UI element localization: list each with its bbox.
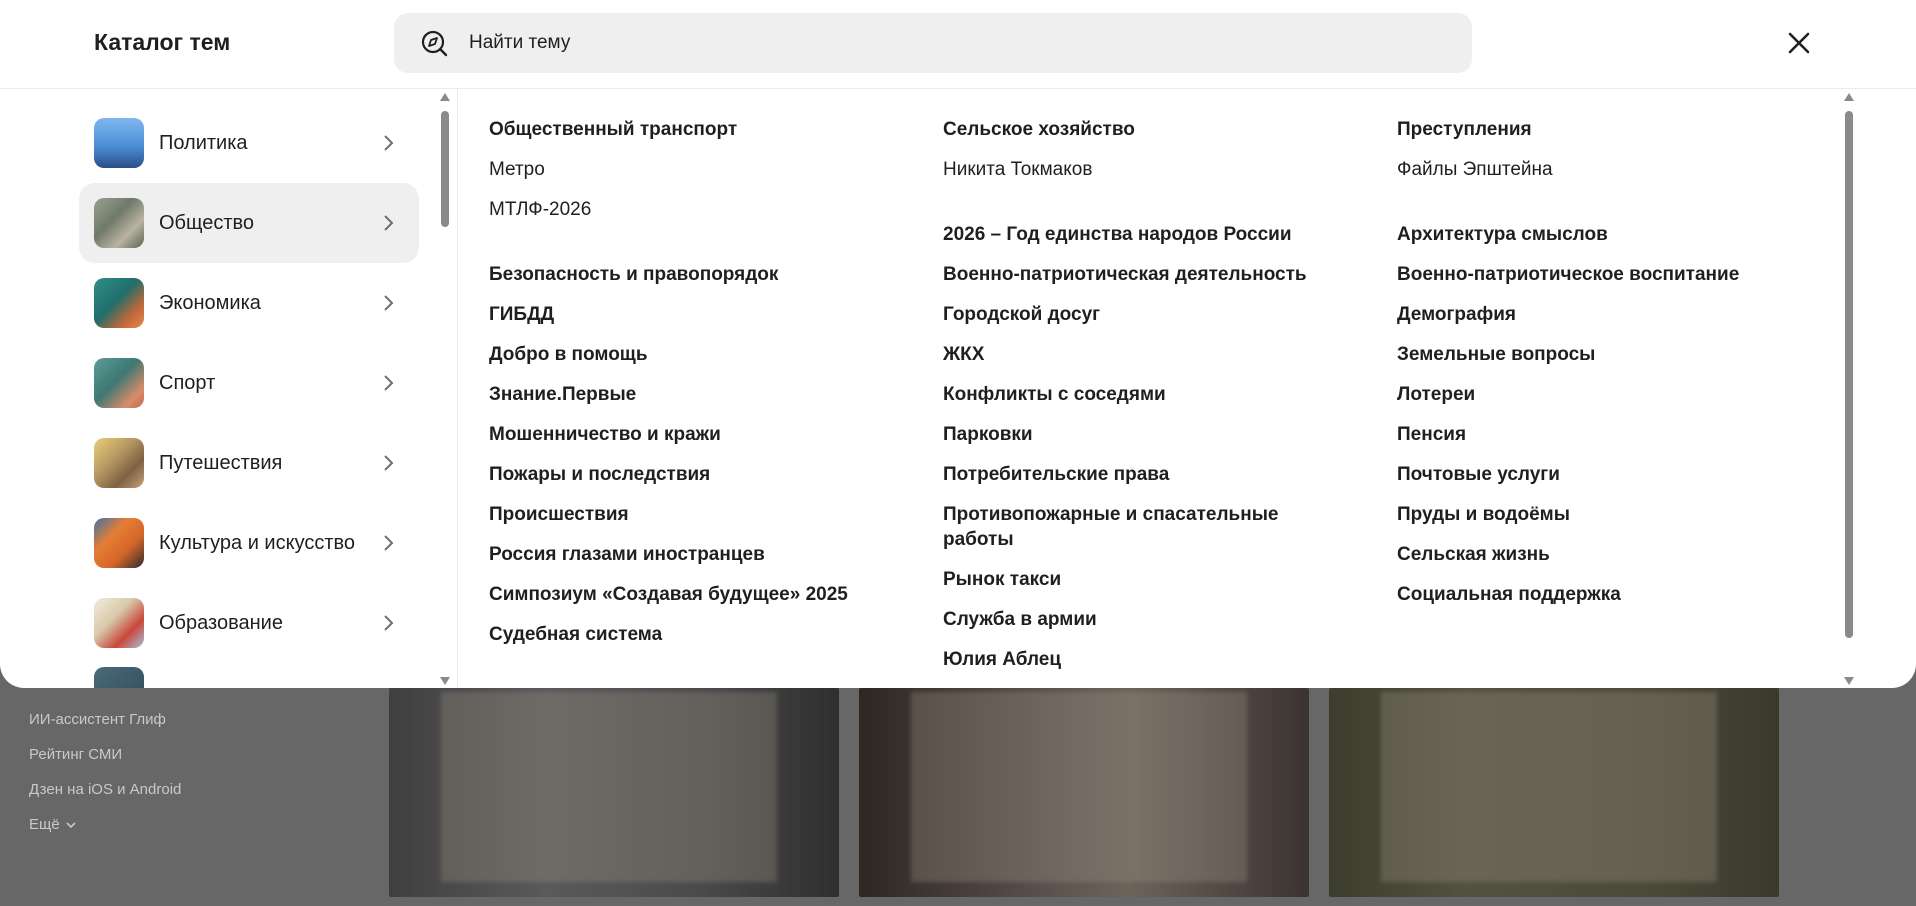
topic-link[interactable]: ЖКХ	[943, 342, 984, 367]
category-label: Образование	[159, 611, 283, 634]
bg-link-media-rating[interactable]: Рейтинг СМИ	[29, 737, 181, 772]
category-label: Культура и искусство	[159, 531, 356, 554]
catalog-header: Каталог тем	[0, 0, 1916, 89]
chevron-right-icon	[384, 615, 394, 631]
topic-link[interactable]: Файлы Эпштейна	[1397, 157, 1553, 182]
category-item-culture[interactable]: Культура и искусство	[79, 503, 419, 583]
topic-link[interactable]: Мошенничество и кражи	[489, 422, 721, 447]
topic-link[interactable]: Рынок такси	[943, 567, 1061, 592]
category-thumbnail	[94, 198, 144, 248]
sidebar-scrollbar[interactable]	[438, 93, 452, 685]
search-bar[interactable]	[394, 13, 1472, 73]
scroll-down-arrow-icon[interactable]	[440, 677, 450, 685]
chevron-right-icon	[384, 455, 394, 471]
topic-link[interactable]: Судебная система	[489, 622, 662, 647]
topic-link[interactable]: Пруды и водоёмы	[1397, 502, 1570, 527]
topic-link[interactable]: ГИБДД	[489, 302, 554, 327]
category-label: Общество	[159, 211, 255, 234]
category-item-economy[interactable]: Экономика	[79, 263, 419, 343]
topic-link[interactable]: Архитектура смыслов	[1397, 222, 1608, 247]
background-card[interactable]	[389, 688, 839, 897]
category-item-partial[interactable]	[79, 663, 419, 688]
topic-link[interactable]: МТЛФ-2026	[489, 197, 591, 222]
topics-scrollbar[interactable]	[1842, 93, 1856, 685]
chevron-right-icon	[384, 375, 394, 391]
topic-link[interactable]: Военно-патриотическая деятельность	[943, 262, 1307, 287]
topic-link[interactable]: Добро в помощь	[489, 342, 648, 367]
topic-link[interactable]: Демография	[1397, 302, 1516, 327]
scroll-down-arrow-icon[interactable]	[1844, 677, 1854, 685]
category-item-travel[interactable]: Путешествия	[79, 423, 419, 503]
topic-link[interactable]: Земельные вопросы	[1397, 342, 1595, 367]
bg-link-glyph-assistant[interactable]: ИИ-ассистент Глиф	[29, 702, 181, 737]
topic-link[interactable]: Никита Токмаков	[943, 157, 1092, 182]
topic-link[interactable]: Знание.Первые	[489, 382, 636, 407]
category-item-education[interactable]: Образование	[79, 583, 419, 663]
topic-link[interactable]: 2026 – Год единства народов России	[943, 222, 1292, 247]
topic-link[interactable]: Почтовые услуги	[1397, 462, 1560, 487]
topic-link[interactable]: Преступления	[1397, 117, 1532, 142]
category-label: Спорт	[159, 371, 216, 394]
topic-link[interactable]: Происшествия	[489, 502, 629, 527]
background-footer-links: ИИ-ассистент Глиф Рейтинг СМИ Дзен на iO…	[29, 702, 181, 842]
topic-link[interactable]: Сельская жизнь	[1397, 542, 1550, 567]
background-card[interactable]	[1329, 688, 1779, 897]
topic-link[interactable]: Пенсия	[1397, 422, 1466, 447]
topic-catalog-panel: Каталог тем Политика Общество Экономика	[0, 0, 1916, 688]
topic-link[interactable]: Военно-патриотическое воспитание	[1397, 262, 1739, 287]
topic-link[interactable]: Общественный транспорт	[489, 117, 737, 142]
topic-link[interactable]: Служба в армии	[943, 607, 1097, 632]
topic-link[interactable]: Потребительские права	[943, 462, 1169, 487]
chevron-right-icon	[384, 535, 394, 551]
topic-link[interactable]: Противопожарные и спасательные работы	[943, 502, 1313, 552]
category-label: Путешествия	[159, 451, 283, 474]
category-sidebar: Политика Общество Экономика Спорт Путеше…	[0, 89, 458, 688]
topic-link[interactable]: Юлия Аблец	[943, 647, 1061, 672]
catalog-title: Каталог тем	[94, 29, 231, 55]
search-input[interactable]	[467, 31, 1371, 55]
category-item-sport[interactable]: Спорт	[79, 343, 419, 423]
category-thumbnail	[94, 278, 144, 328]
close-icon[interactable]	[1783, 27, 1815, 59]
scroll-up-arrow-icon[interactable]	[1844, 93, 1854, 101]
category-thumbnail	[94, 598, 144, 648]
topic-link[interactable]: Симпозиум «Создавая будущее» 2025	[489, 582, 848, 607]
scroll-up-arrow-icon[interactable]	[440, 93, 450, 101]
topic-link[interactable]: Городской досуг	[943, 302, 1100, 327]
topic-link[interactable]: Конфликты с соседями	[943, 382, 1166, 407]
category-thumbnail	[94, 518, 144, 568]
category-item-politics[interactable]: Политика	[79, 103, 419, 183]
chevron-down-icon	[66, 821, 76, 828]
bg-link-more[interactable]: Ещё	[29, 807, 181, 842]
topic-link[interactable]: Метро	[489, 157, 545, 182]
sidebar-scroll-thumb[interactable]	[441, 111, 449, 227]
chevron-right-icon	[384, 135, 394, 151]
category-thumbnail	[94, 438, 144, 488]
category-label: Политика	[159, 131, 248, 154]
category-thumbnail	[94, 358, 144, 408]
category-thumbnail	[94, 667, 144, 688]
chevron-right-icon	[384, 215, 394, 231]
bg-link-more-label: Ещё	[29, 816, 60, 833]
topic-link[interactable]: Безопасность и правопорядок	[489, 262, 778, 287]
category-item-society[interactable]: Общество	[79, 183, 419, 263]
background-card[interactable]	[859, 688, 1309, 897]
topic-link[interactable]: Сельское хозяйство	[943, 117, 1135, 142]
topic-link[interactable]: Парковки	[943, 422, 1033, 447]
bg-link-mobile-app[interactable]: Дзен на iOS и Android	[29, 772, 181, 807]
topic-link[interactable]: Россия глазами иностранцев	[489, 542, 765, 567]
chevron-right-icon	[384, 295, 394, 311]
topic-link[interactable]: Лотереи	[1397, 382, 1475, 407]
topic-link[interactable]: Социальная поддержка	[1397, 582, 1621, 607]
compass-search-icon	[421, 30, 448, 57]
category-thumbnail	[94, 118, 144, 168]
topic-link[interactable]: Пожары и последствия	[489, 462, 710, 487]
topics-scroll-thumb[interactable]	[1845, 111, 1853, 638]
category-label: Экономика	[159, 291, 261, 314]
